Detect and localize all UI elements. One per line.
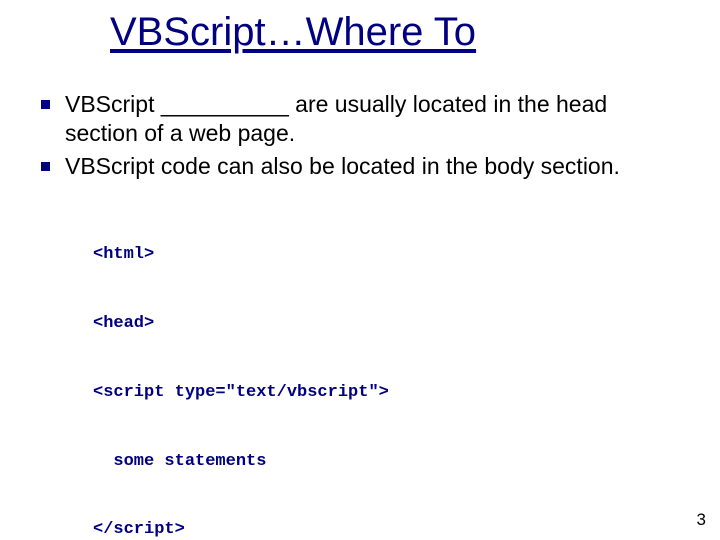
- code-line: <head>: [93, 313, 680, 336]
- code-line: </script>: [93, 519, 680, 540]
- code-line: <html>: [93, 244, 680, 267]
- slide-title: VBScript…Where To: [110, 10, 476, 55]
- code-block: <html> <head> <script type="text/vbscrip…: [93, 198, 680, 540]
- code-line: <script type="text/vbscript">: [93, 382, 680, 405]
- bullet-item: VBScript code can also be located in the…: [35, 152, 680, 181]
- bullet-item: VBScript __________ are usually located …: [35, 90, 680, 148]
- slide-body: VBScript __________ are usually located …: [35, 90, 680, 540]
- bullet-list: VBScript __________ are usually located …: [35, 90, 680, 180]
- page-number: 3: [697, 510, 706, 530]
- code-line: some statements: [93, 451, 680, 474]
- slide: VBScript…Where To VBScript __________ ar…: [0, 0, 720, 540]
